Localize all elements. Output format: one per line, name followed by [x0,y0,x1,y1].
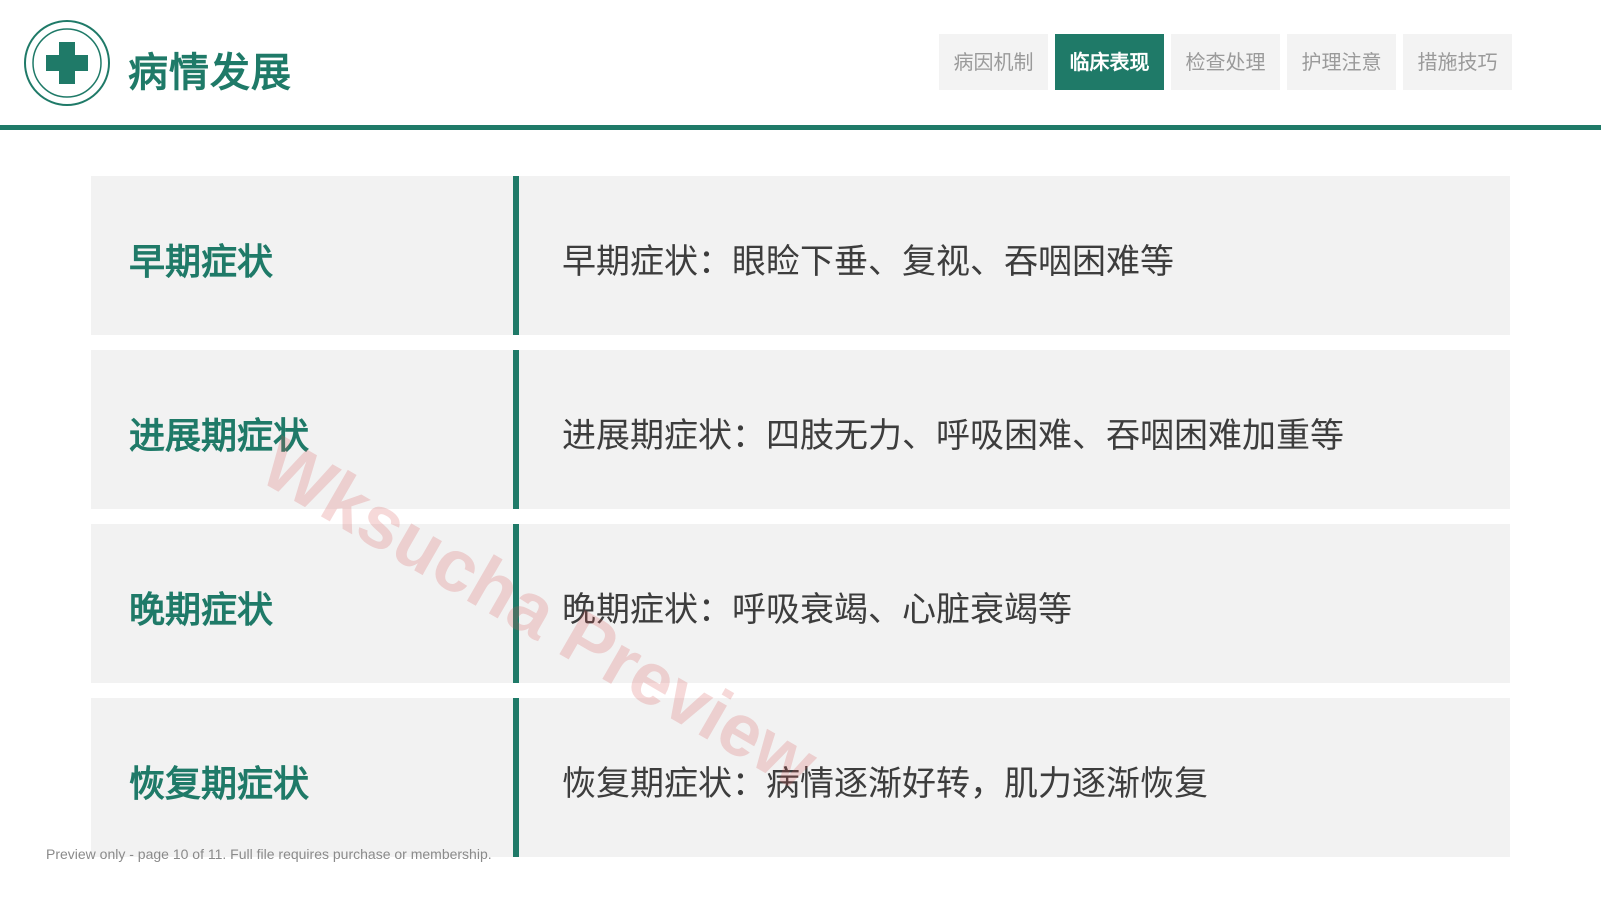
symptom-description: 晚期症状：呼吸衰竭、心脏衰竭等 [562,590,1072,630]
symptom-list: 早期症状 早期症状：眼睑下垂、复视、吞咽困难等 进展期症状 进展期症状：四肢无力… [91,176,1510,872]
symptom-stage-label: 进展期症状 [129,416,310,457]
tab-clinical-manifestation[interactable]: 临床表现 [1055,34,1164,90]
tab-etiology[interactable]: 病因机制 [939,34,1048,90]
tab-examination[interactable]: 检查处理 [1171,34,1280,90]
row-divider [513,350,519,509]
tab-bar: 病因机制 临床表现 检查处理 护理注意 措施技巧 [939,34,1512,90]
symptom-description: 恢复期症状：病情逐渐好转，肌力逐渐恢复 [562,764,1208,804]
symptom-row: 进展期症状 进展期症状：四肢无力、呼吸困难、吞咽困难加重等 [91,350,1510,509]
tab-measures[interactable]: 措施技巧 [1403,34,1512,90]
symptom-row: 晚期症状 晚期症状：呼吸衰竭、心脏衰竭等 [91,524,1510,683]
symptom-row: 恢复期症状 恢复期症状：病情逐渐好转，肌力逐渐恢复 [91,698,1510,857]
symptom-row: 早期症状 早期症状：眼睑下垂、复视、吞咽困难等 [91,176,1510,335]
symptom-stage-label: 早期症状 [129,242,274,283]
symptom-description: 进展期症状：四肢无力、呼吸困难、吞咽困难加重等 [562,416,1344,456]
row-divider [513,698,519,857]
row-divider [513,524,519,683]
preview-footer-note: Preview only - page 10 of 11. Full file … [46,846,492,862]
page-title: 病情发展 [128,50,292,96]
symptom-stage-label: 恢复期症状 [129,764,310,805]
tab-nursing[interactable]: 护理注意 [1287,34,1396,90]
logo [24,20,110,106]
symptom-description: 早期症状：眼睑下垂、复视、吞咽困难等 [562,242,1174,282]
medical-cross-icon [32,28,102,98]
header-divider [0,125,1601,130]
symptom-stage-label: 晚期症状 [129,590,274,631]
row-divider [513,176,519,335]
